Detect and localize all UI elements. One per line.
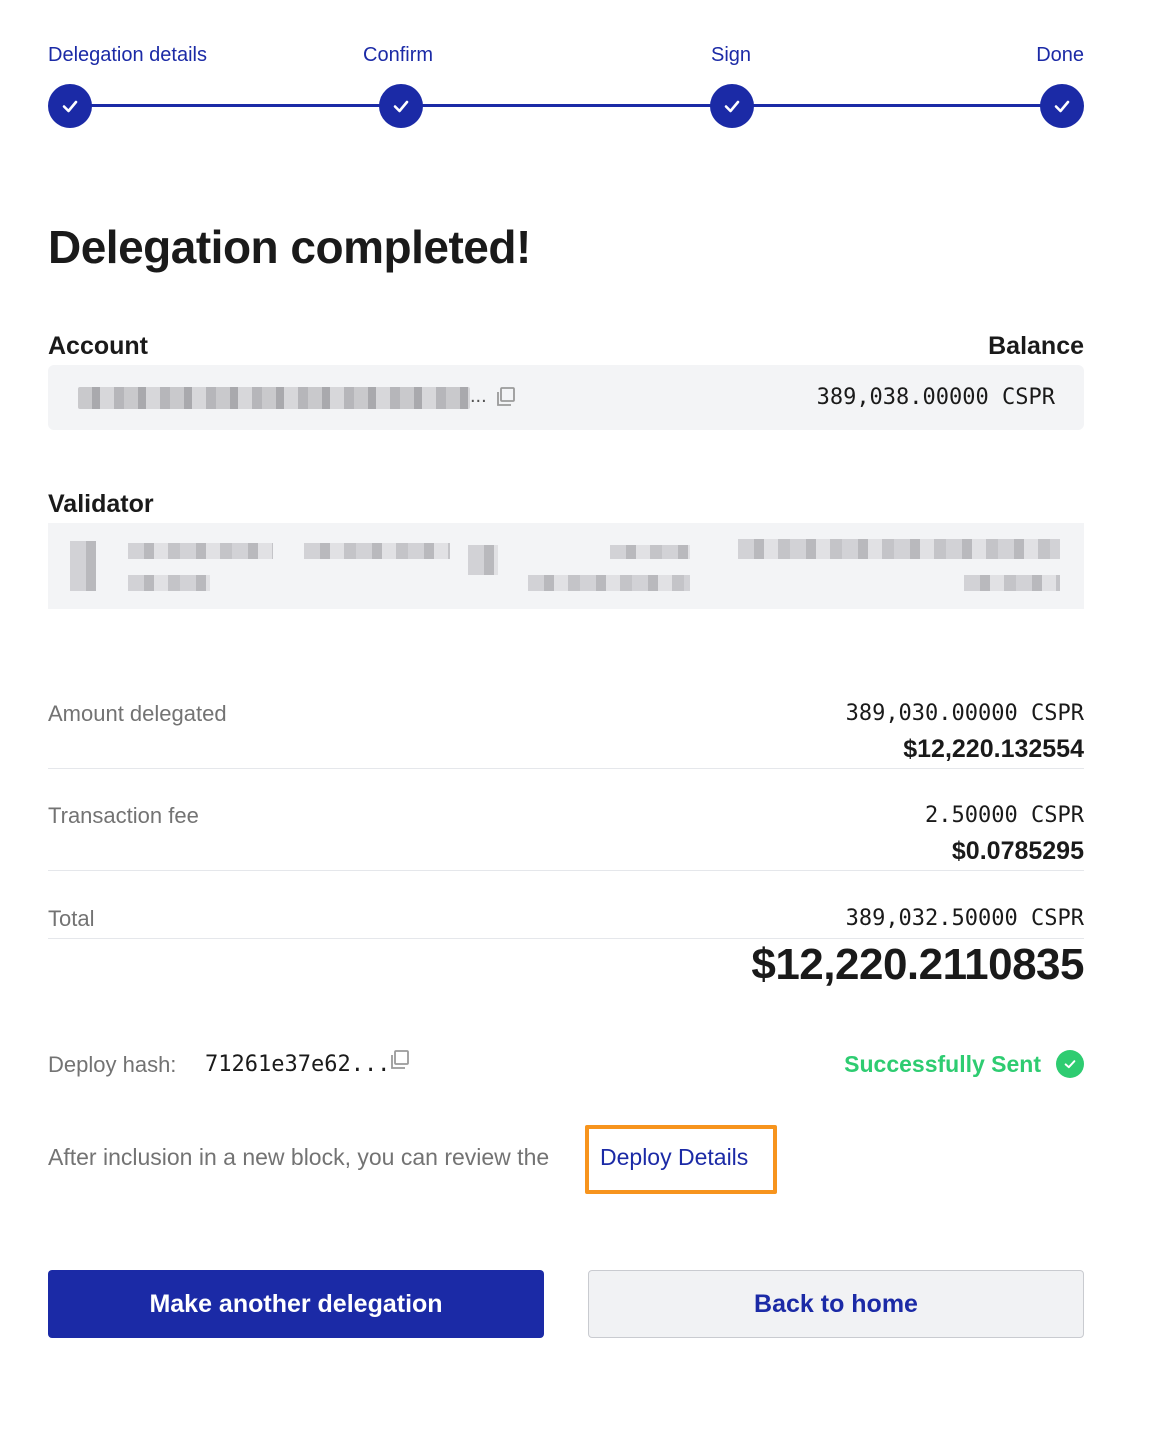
step-label-confirm: Confirm bbox=[363, 44, 434, 66]
divider bbox=[48, 938, 1084, 939]
step-label-delegation-details: Delegation details bbox=[48, 44, 207, 66]
transaction-fee-cspr: 2.50000 CSPR bbox=[925, 803, 1084, 828]
step-dot-confirm bbox=[379, 84, 423, 128]
page-title: Delegation completed! bbox=[48, 221, 531, 273]
make-another-delegation-button[interactable]: Make another delegation bbox=[48, 1270, 544, 1338]
account-box: ... 389,038.00000 CSPR bbox=[48, 365, 1084, 430]
copy-icon[interactable] bbox=[494, 385, 518, 409]
account-label: Account bbox=[48, 332, 148, 360]
validator-label: Validator bbox=[48, 490, 154, 518]
validator-redacted bbox=[468, 545, 498, 575]
validator-redacted bbox=[304, 543, 450, 559]
divider bbox=[48, 768, 1084, 769]
amount-delegated-cspr: 389,030.00000 CSPR bbox=[845, 701, 1084, 726]
step-dot-sign bbox=[710, 84, 754, 128]
validator-redacted bbox=[610, 545, 690, 559]
deploy-details-link[interactable]: Deploy Details bbox=[600, 1144, 748, 1171]
account-balance-value: 389,038.00000 CSPR bbox=[816, 385, 1055, 410]
amount-delegated-label: Amount delegated bbox=[48, 701, 227, 726]
step-label-sign: Sign bbox=[711, 44, 752, 66]
deploy-info-text: After inclusion in a new block, you can … bbox=[48, 1144, 550, 1170]
account-address-redacted bbox=[78, 387, 470, 409]
account-ellipsis: ... bbox=[470, 385, 487, 407]
stepper-line bbox=[69, 104, 1063, 107]
check-icon bbox=[393, 100, 409, 113]
validator-box bbox=[48, 523, 1084, 609]
total-label: Total bbox=[48, 906, 95, 931]
deploy-hash-label: Deploy hash: bbox=[48, 1052, 177, 1077]
step-label-done: Done bbox=[1036, 44, 1084, 66]
validator-redacted bbox=[70, 541, 96, 591]
amount-delegated-usd: $12,220.132554 bbox=[903, 735, 1084, 763]
total-usd: $12,220.2110835 bbox=[751, 940, 1084, 989]
validator-redacted bbox=[128, 575, 210, 591]
check-icon bbox=[724, 100, 740, 113]
step-dot-done bbox=[1040, 84, 1084, 128]
total-cspr: 389,032.50000 CSPR bbox=[845, 906, 1084, 931]
validator-redacted bbox=[528, 575, 690, 591]
back-to-home-button[interactable]: Back to home bbox=[588, 1270, 1084, 1338]
validator-redacted bbox=[128, 543, 273, 559]
deploy-status-text: Successfully Sent bbox=[844, 1051, 1041, 1077]
check-circle-icon bbox=[1056, 1050, 1084, 1078]
validator-redacted bbox=[964, 575, 1060, 591]
deploy-hash-value: 71261e37e62... bbox=[205, 1052, 391, 1077]
step-dot-delegation-details bbox=[48, 84, 92, 128]
divider bbox=[48, 870, 1084, 871]
copy-icon[interactable] bbox=[388, 1048, 412, 1072]
balance-label: Balance bbox=[988, 332, 1084, 360]
validator-redacted bbox=[738, 539, 1060, 559]
transaction-fee-label: Transaction fee bbox=[48, 803, 199, 828]
check-icon bbox=[1054, 100, 1070, 113]
progress-stepper: Delegation details Confirm Sign Done bbox=[48, 40, 1084, 140]
transaction-fee-usd: $0.0785295 bbox=[951, 837, 1084, 865]
check-icon bbox=[62, 100, 78, 113]
